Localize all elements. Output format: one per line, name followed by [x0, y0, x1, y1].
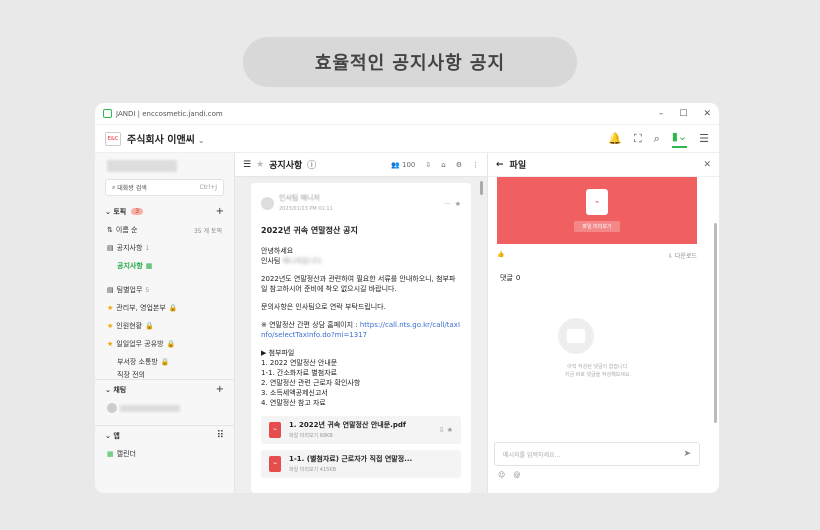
- calendar-app[interactable]: ▦ 캘린더: [95, 445, 234, 463]
- scrollbar[interactable]: [714, 223, 717, 423]
- bell-icon[interactable]: ⌂: [441, 161, 445, 169]
- unread-badge: 3: [131, 208, 144, 215]
- file-preview[interactable]: ⌁ 파일 미리보기: [497, 177, 697, 244]
- sort-option[interactable]: ⇅ 이름 순 35 개 토픽: [95, 221, 234, 239]
- lock-icon: 🔒: [166, 340, 176, 348]
- file-panel: ← 파일 ✕ ⌁ 파일 미리보기 👍 ⇩ 다운로드 댓글 0 아직 작성된 댓글이…: [488, 153, 719, 493]
- jandi-logo-icon: [103, 109, 112, 118]
- comment-input[interactable]: 메시지를 입력하세요... ➤: [494, 442, 700, 466]
- mention-icon[interactable]: @: [513, 471, 520, 479]
- avatar: [261, 197, 274, 210]
- topic-title: 공지사항: [269, 161, 303, 171]
- topic-item[interactable]: ★ 관리부, 영업본부 🔒: [95, 299, 234, 317]
- notice-icon: ▦: [145, 262, 153, 270]
- topic-item[interactable]: 직장 전의: [95, 371, 234, 379]
- more-icon[interactable]: ··· ★: [444, 199, 461, 209]
- left-sidebar: ⌕ 대화방 검색 Ctrl+J ⌄ 토픽 3 + ⇅ 이름 순 35 개 토픽 …: [95, 153, 235, 493]
- settings-icon[interactable]: ⚙: [456, 161, 462, 169]
- post-author: 인사팀 매니저 2023/01/13 PM 01:11 ··· ★: [261, 193, 461, 214]
- pdf-icon: ⌁: [269, 422, 281, 438]
- bell-icon[interactable]: 🔔: [608, 132, 622, 145]
- file-actions: 👍 ⇩ 다운로드: [497, 251, 697, 260]
- topic-header: ☰ ★ 공지사항 ⓘ 👥 100 ⇩ ⌂ ⚙ ⋮: [235, 153, 487, 177]
- members-button[interactable]: 👥 100: [391, 161, 415, 169]
- send-icon[interactable]: ➤: [683, 449, 691, 459]
- workspace-profile[interactable]: [107, 160, 177, 172]
- workspace-logo: E&C: [105, 131, 121, 146]
- maximize-icon[interactable]: ☐: [679, 109, 687, 119]
- apps-section[interactable]: ⌄ 앱 ⠿: [95, 425, 234, 445]
- topic-item[interactable]: ★ 일일업무 공유방 🔒: [95, 335, 234, 353]
- chevron-down-icon: ⌄: [105, 207, 114, 216]
- folder-notices[interactable]: ▤ 공지사항 1: [95, 239, 234, 257]
- download-icon[interactable]: ⇩ ★: [439, 425, 453, 435]
- file-icon[interactable]: ▮⌄: [671, 130, 688, 148]
- file-attachment[interactable]: ⌁ 1-1. (별첨자료) 근로자가 직접 연말정... 파일 미리보기 415K…: [261, 450, 461, 478]
- add-chat-button[interactable]: +: [216, 384, 224, 395]
- emoji-icon[interactable]: ☺: [498, 471, 505, 479]
- invite-icon[interactable]: ⇩: [425, 161, 431, 169]
- topic-item[interactable]: 부서장 소통방 🔒: [95, 353, 234, 371]
- add-topic-button[interactable]: +: [216, 206, 224, 217]
- lock-icon: 🔒: [145, 322, 154, 330]
- back-arrow-icon[interactable]: ←: [496, 160, 504, 170]
- comments-header: 댓글 0: [500, 274, 521, 282]
- minimize-icon[interactable]: –: [659, 109, 664, 119]
- lock-icon: 🔒: [160, 358, 170, 366]
- chevron-down-icon: ⌄: [197, 136, 205, 145]
- star-icon: ★: [107, 340, 114, 348]
- folder-team[interactable]: ▤ 팀별업무 5: [95, 281, 234, 299]
- topic-panel: ☰ ★ 공지사항 ⓘ 👥 100 ⇩ ⌂ ⚙ ⋮ 인사팀 매니저 2023/01/…: [235, 153, 488, 493]
- avatar: [107, 403, 117, 413]
- file-attachment[interactable]: ⌁ 1. 2022년 귀속 연말정산 안내문.pdf 파일 미리보기 68KB ⇩…: [261, 416, 461, 444]
- download-button[interactable]: ⇩ 다운로드: [668, 251, 697, 260]
- sort-icon: ⇅: [107, 226, 113, 234]
- chat-section[interactable]: ⌄ 채팅 +: [95, 379, 234, 399]
- search-input[interactable]: ⌕ 대화방 검색 Ctrl+J: [105, 179, 224, 196]
- workspace-name[interactable]: 주식회사 이앤씨 ⌄: [127, 131, 205, 146]
- chevron-down-icon: ⌄: [105, 431, 114, 440]
- lock-icon: 🔒: [168, 304, 178, 312]
- app-window: JANDI | enccosmetic.jandi.com – ☐ ✕ E&C …: [95, 103, 719, 493]
- banner-title: 효율적인 공지사항 공지: [243, 37, 577, 87]
- chevron-down-icon: ⌄: [105, 385, 114, 394]
- top-bar: E&C 주식회사 이앤씨 ⌄ 🔔 ⛶ ⌕ ▮⌄ ☰: [95, 125, 719, 153]
- calendar-icon: ▦: [107, 450, 114, 458]
- like-icon[interactable]: 👍: [497, 251, 504, 260]
- author-name: 인사팀 매니저: [279, 194, 320, 202]
- file-panel-header: ← 파일 ✕: [488, 153, 719, 177]
- info-icon[interactable]: ⓘ: [307, 158, 316, 171]
- post-title: 2022년 귀속 연말정산 공지: [261, 226, 358, 235]
- scrollbar[interactable]: [480, 181, 483, 195]
- pdf-icon: ⌁: [586, 189, 608, 215]
- star-icon: ★: [107, 322, 114, 330]
- empty-comment-icon: [558, 318, 594, 354]
- pdf-icon: ⌁: [269, 456, 281, 472]
- title-bar: JANDI | enccosmetic.jandi.com – ☐ ✕: [95, 103, 719, 125]
- window-title: JANDI | enccosmetic.jandi.com: [116, 109, 223, 118]
- more-icon[interactable]: ⋮: [472, 161, 479, 169]
- chat-item[interactable]: [95, 399, 234, 417]
- folder-icon: ▤: [107, 286, 114, 294]
- topic-item[interactable]: ★ 인원현황 🔒: [95, 317, 234, 335]
- close-icon[interactable]: ✕: [703, 160, 711, 170]
- comment-tools: ☺ @: [498, 471, 520, 479]
- blurred-name: [120, 404, 180, 412]
- star-icon[interactable]: ★: [256, 160, 264, 170]
- org-chart-icon[interactable]: ⛶: [634, 132, 642, 146]
- topic-notices-active[interactable]: 공지사항 ▦: [95, 257, 234, 275]
- folder-icon: ▤: [107, 244, 114, 252]
- sidebar-toggle-icon[interactable]: ☰: [243, 160, 251, 170]
- menu-icon[interactable]: ☰: [699, 132, 709, 145]
- close-window-icon[interactable]: ✕: [703, 109, 711, 119]
- topics-section[interactable]: ⌄ 토픽 3 +: [95, 202, 234, 221]
- search-icon[interactable]: ⌕: [654, 132, 660, 146]
- empty-comments: 아직 작성된 댓글이 없습니다. 지금 바로 댓글을 작성해보세요.: [564, 364, 632, 378]
- notice-post: 인사팀 매니저 2023/01/13 PM 01:11 ··· ★ 2022년 귀…: [251, 183, 471, 493]
- apps-grid-icon[interactable]: ⠿: [217, 430, 224, 441]
- star-icon: ★: [107, 304, 114, 312]
- preview-button[interactable]: 파일 미리보기: [574, 221, 620, 232]
